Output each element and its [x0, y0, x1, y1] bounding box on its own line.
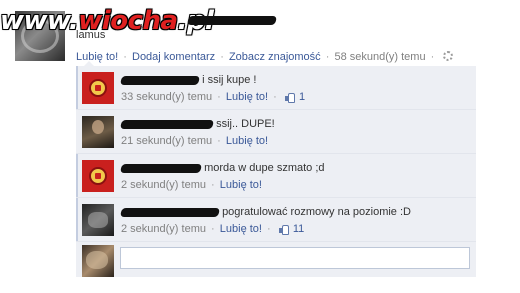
comment-text: morda w dupe szmato ;d	[204, 162, 325, 174]
comment-input[interactable]	[120, 247, 470, 269]
comment-reply-row	[76, 242, 476, 277]
separator: ·	[123, 51, 127, 63]
commenter-name-redacted[interactable]	[120, 75, 200, 85]
watermark-prefix: www.	[0, 6, 79, 36]
comment-like-link[interactable]: Lubię to!	[226, 91, 268, 103]
commenter-avatar[interactable]	[82, 116, 114, 148]
comment-text-line: ssij.. DUPE!	[120, 117, 466, 131]
comment-body: morda w dupe szmato ;d 2 sekund(y) temu …	[120, 161, 466, 192]
post-timestamp[interactable]: 58 sekund(y) temu	[334, 51, 425, 63]
commenter-name-redacted[interactable]	[120, 207, 220, 217]
separator: ·	[273, 91, 277, 103]
comment-body: i ssij kupe ! 33 sekund(y) temu · Lubię …	[120, 73, 466, 104]
see-friendship-link[interactable]: Zobacz znajomość	[229, 51, 321, 63]
comment-meta: 2 sekund(y) temu · Lubię to! · 11	[121, 222, 466, 236]
comment-text-line: i ssij kupe !	[120, 73, 466, 87]
comment-item: pogratulować rozmowy na poziomie :D 2 se…	[76, 198, 476, 242]
comment-timestamp[interactable]: 33 sekund(y) temu	[121, 91, 212, 103]
comment-like-count[interactable]: 11	[293, 223, 304, 235]
comment-like-count[interactable]: 1	[299, 91, 305, 103]
post-text: lamus	[76, 29, 106, 41]
commenter-avatar[interactable]	[82, 160, 114, 192]
separator: ·	[211, 179, 215, 191]
comment-text: pogratulować rozmowy na poziomie :D	[222, 206, 411, 218]
comment-accent	[76, 66, 78, 109]
commenter-avatar[interactable]	[82, 72, 114, 104]
comment-meta: 21 sekund(y) temu · Lubię to!	[121, 134, 466, 148]
separator: ·	[217, 91, 221, 103]
comment-accent	[76, 154, 78, 197]
comment-accent	[76, 198, 78, 241]
separator: ·	[211, 223, 215, 235]
comment-timestamp[interactable]: 2 sekund(y) temu	[121, 223, 206, 235]
comment-timestamp[interactable]: 2 sekund(y) temu	[121, 179, 206, 191]
comments-section: i ssij kupe ! 33 sekund(y) temu · Lubię …	[76, 61, 476, 277]
comment-like-link[interactable]: Lubię to!	[220, 179, 262, 191]
site-watermark: www.wiocha.pl	[0, 6, 214, 36]
commenter-avatar[interactable]	[82, 204, 114, 236]
separator: ·	[220, 51, 224, 63]
commenter-name-redacted[interactable]	[120, 163, 202, 173]
crest-icon	[89, 79, 107, 97]
separator: ·	[430, 51, 435, 63]
comment-text: i ssij kupe !	[202, 74, 257, 86]
comment-like-link[interactable]: Lubię to!	[220, 223, 262, 235]
thumbs-up-icon[interactable]	[284, 92, 295, 103]
redaction-scribble	[187, 15, 277, 25]
comment-text-line: pogratulować rozmowy na poziomie :D	[120, 205, 466, 219]
comment-item: i ssij kupe ! 33 sekund(y) temu · Lubię …	[76, 66, 476, 110]
comment-body: ssij.. DUPE! 21 sekund(y) temu · Lubię t…	[120, 117, 466, 148]
comment-item: ssij.. DUPE! 21 sekund(y) temu · Lubię t…	[76, 110, 476, 154]
comment-meta: 33 sekund(y) temu · Lubię to! · 1	[121, 90, 466, 104]
comment-body: pogratulować rozmowy na poziomie :D 2 se…	[120, 205, 466, 236]
comment-item: morda w dupe szmato ;d 2 sekund(y) temu …	[76, 154, 476, 198]
gear-icon[interactable]	[443, 51, 454, 61]
post-like-link[interactable]: Lubię to!	[76, 51, 118, 63]
separator: ·	[267, 223, 271, 235]
comment-meta: 2 sekund(y) temu · Lubię to!	[121, 178, 466, 192]
thumbs-up-icon[interactable]	[278, 224, 289, 235]
crest-icon	[89, 167, 107, 185]
comment-text-line: morda w dupe szmato ;d	[120, 161, 466, 175]
current-user-avatar	[82, 245, 114, 277]
post-actions: Lubię to! · Dodaj komentarz · Zobacz zna…	[76, 51, 454, 63]
comment-timestamp[interactable]: 21 sekund(y) temu	[121, 135, 212, 147]
commenter-name-redacted[interactable]	[120, 119, 214, 129]
separator: ·	[325, 51, 330, 63]
post-author-name-redacted	[187, 14, 277, 26]
separator: ·	[217, 135, 221, 147]
comment-text: ssij.. DUPE!	[216, 118, 275, 130]
comment-like-link[interactable]: Lubię to!	[226, 135, 268, 147]
add-comment-link[interactable]: Dodaj komentarz	[132, 51, 215, 63]
